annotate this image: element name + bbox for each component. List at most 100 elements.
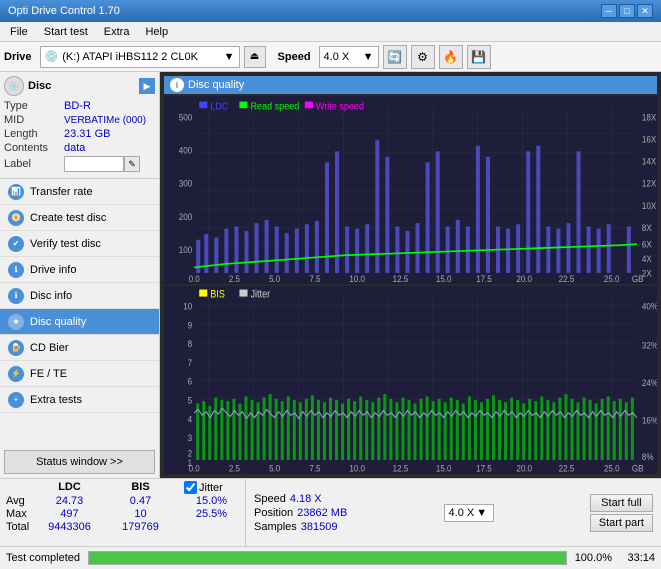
disc-header: 💿 Disc ▶ bbox=[4, 76, 155, 96]
status-window-button[interactable]: Status window >> bbox=[4, 450, 155, 474]
transfer-rate-icon: 📊 bbox=[8, 184, 24, 200]
disc-quality-icon: ★ bbox=[8, 314, 24, 330]
speed-dropdown[interactable]: 4.0 X ▼ bbox=[444, 504, 494, 522]
right-panel: i Disc quality bbox=[160, 72, 661, 478]
cd-bier-icon: 🍺 bbox=[8, 340, 24, 356]
svg-text:LDC: LDC bbox=[210, 101, 228, 113]
save-button[interactable]: 💾 bbox=[467, 45, 491, 69]
disc-info-icon: ℹ bbox=[8, 288, 24, 304]
speed-label: Speed bbox=[254, 493, 286, 505]
disc-label-input[interactable] bbox=[64, 156, 124, 172]
jitter-checkbox[interactable] bbox=[184, 481, 197, 494]
svg-text:3: 3 bbox=[188, 433, 193, 444]
svg-text:6: 6 bbox=[188, 376, 193, 387]
progress-bar bbox=[89, 552, 566, 564]
jitter-col-header: Jitter bbox=[199, 482, 223, 494]
disc-label-label: Label bbox=[4, 158, 64, 170]
svg-text:10.0: 10.0 bbox=[349, 273, 365, 283]
menu-extra[interactable]: Extra bbox=[98, 24, 136, 40]
menu-file[interactable]: File bbox=[4, 24, 34, 40]
close-button[interactable]: ✕ bbox=[637, 4, 653, 18]
sidebar-item-create-test-disc[interactable]: 📀 Create test disc bbox=[0, 205, 159, 231]
maximize-button[interactable]: □ bbox=[619, 4, 635, 18]
disc-type-label: Type bbox=[4, 100, 64, 112]
svg-text:100: 100 bbox=[179, 245, 193, 255]
stats-right: Speed 4.18 X Position 23862 MB Samples 3… bbox=[246, 479, 661, 546]
svg-text:20.0: 20.0 bbox=[516, 273, 532, 283]
menu-bar: File Start test Extra Help bbox=[0, 22, 661, 42]
menu-help[interactable]: Help bbox=[139, 24, 174, 40]
start-part-button[interactable]: Start part bbox=[590, 514, 653, 532]
chart-container: LDC Read speed Write speed 500 400 300 2… bbox=[164, 96, 657, 474]
sidebar-item-fe-te[interactable]: ⚡ FE / TE bbox=[0, 361, 159, 387]
position-row: Position 23862 MB bbox=[254, 507, 347, 519]
svg-text:5.0: 5.0 bbox=[269, 463, 280, 474]
burn-button[interactable]: 🔥 bbox=[439, 45, 463, 69]
left-panel: 💿 Disc ▶ Type BD-R MID VERBATIMe (000) L… bbox=[0, 72, 160, 478]
svg-text:40%: 40% bbox=[642, 301, 657, 312]
chart2-svg: BIS Jitter 10 9 8 7 6 5 4 3 2 1 40% bbox=[164, 286, 657, 474]
app-title: Opti Drive Control 1.70 bbox=[8, 5, 120, 17]
svg-text:14X: 14X bbox=[642, 156, 657, 166]
total-ldc: 9443306 bbox=[42, 521, 97, 533]
title-bar: Opti Drive Control 1.70 ─ □ ✕ bbox=[0, 0, 661, 22]
stats-total-row: Total 9443306 179769 bbox=[6, 521, 239, 533]
svg-text:8%: 8% bbox=[642, 451, 654, 462]
window-controls: ─ □ ✕ bbox=[601, 4, 653, 18]
samples-label: Samples bbox=[254, 521, 297, 533]
minimize-button[interactable]: ─ bbox=[601, 4, 617, 18]
sidebar-item-drive-info[interactable]: ℹ Drive info bbox=[0, 257, 159, 283]
svg-text:10.0: 10.0 bbox=[349, 463, 365, 474]
svg-text:200: 200 bbox=[179, 211, 193, 221]
stats-avg-row: Avg 24.73 0.47 15.0% bbox=[6, 495, 239, 507]
svg-text:15.0: 15.0 bbox=[436, 463, 452, 474]
time-display: 33:14 bbox=[620, 552, 655, 564]
total-bis: 179769 bbox=[113, 521, 168, 533]
settings-button[interactable]: ⚙ bbox=[411, 45, 435, 69]
speed-position-info: Speed 4.18 X Position 23862 MB Samples 3… bbox=[254, 493, 347, 533]
svg-text:8: 8 bbox=[188, 339, 193, 350]
svg-text:7: 7 bbox=[188, 357, 193, 368]
avg-ldc: 24.73 bbox=[42, 495, 97, 507]
sidebar-item-disc-info-label: Disc info bbox=[30, 290, 72, 302]
drive-selector[interactable]: 💿 (K:) ATAPI iHBS112 2 CL0K ▼ bbox=[40, 46, 240, 68]
samples-row: Samples 381509 bbox=[254, 521, 347, 533]
disc-label-button[interactable]: ✎ bbox=[124, 156, 140, 172]
avg-bis: 0.47 bbox=[113, 495, 168, 507]
sidebar-item-extra-tests[interactable]: + Extra tests bbox=[0, 387, 159, 413]
chart-panel-title: Disc quality bbox=[188, 79, 244, 91]
svg-text:15.0: 15.0 bbox=[436, 273, 452, 283]
svg-text:25.0: 25.0 bbox=[604, 463, 620, 474]
disc-label-row: Label ✎ bbox=[4, 156, 155, 172]
progress-pct: 100.0% bbox=[575, 552, 612, 564]
svg-text:12X: 12X bbox=[642, 178, 657, 188]
sidebar-item-transfer-rate[interactable]: 📊 Transfer rate bbox=[0, 179, 159, 205]
svg-text:5: 5 bbox=[188, 395, 193, 406]
svg-text:24%: 24% bbox=[642, 377, 657, 388]
disc-arrow-button[interactable]: ▶ bbox=[139, 78, 155, 94]
speed-selector[interactable]: 4.0 X ▼ bbox=[319, 46, 379, 68]
avg-label: Avg bbox=[6, 495, 26, 507]
sidebar-item-disc-info[interactable]: ℹ Disc info bbox=[0, 283, 159, 309]
sidebar-item-disc-quality[interactable]: ★ Disc quality bbox=[0, 309, 159, 335]
start-buttons: Start full Start part bbox=[590, 494, 653, 532]
eject-button[interactable]: ⏏ bbox=[244, 46, 266, 68]
disc-length-row: Length 23.31 GB bbox=[4, 128, 155, 140]
sidebar-item-create-test-disc-label: Create test disc bbox=[30, 212, 106, 224]
total-label: Total bbox=[6, 521, 26, 533]
refresh-button[interactable]: 🔄 bbox=[383, 45, 407, 69]
sidebar-item-verify-test-disc-label: Verify test disc bbox=[30, 238, 101, 250]
sidebar-item-verify-test-disc[interactable]: ✔ Verify test disc bbox=[0, 231, 159, 257]
disc-mid-label: MID bbox=[4, 114, 64, 126]
menu-start-test[interactable]: Start test bbox=[38, 24, 94, 40]
verify-test-disc-icon: ✔ bbox=[8, 236, 24, 252]
sidebar-item-cd-bier[interactable]: 🍺 CD Bier bbox=[0, 335, 159, 361]
svg-text:Write speed: Write speed bbox=[316, 101, 364, 113]
svg-text:22.5: 22.5 bbox=[559, 273, 575, 283]
svg-text:5.0: 5.0 bbox=[269, 273, 280, 283]
svg-text:8X: 8X bbox=[642, 223, 652, 233]
disc-length-label: Length bbox=[4, 128, 64, 140]
speed-value: 4.18 X bbox=[290, 493, 322, 505]
start-full-button[interactable]: Start full bbox=[590, 494, 653, 512]
svg-text:0.0: 0.0 bbox=[189, 273, 200, 283]
